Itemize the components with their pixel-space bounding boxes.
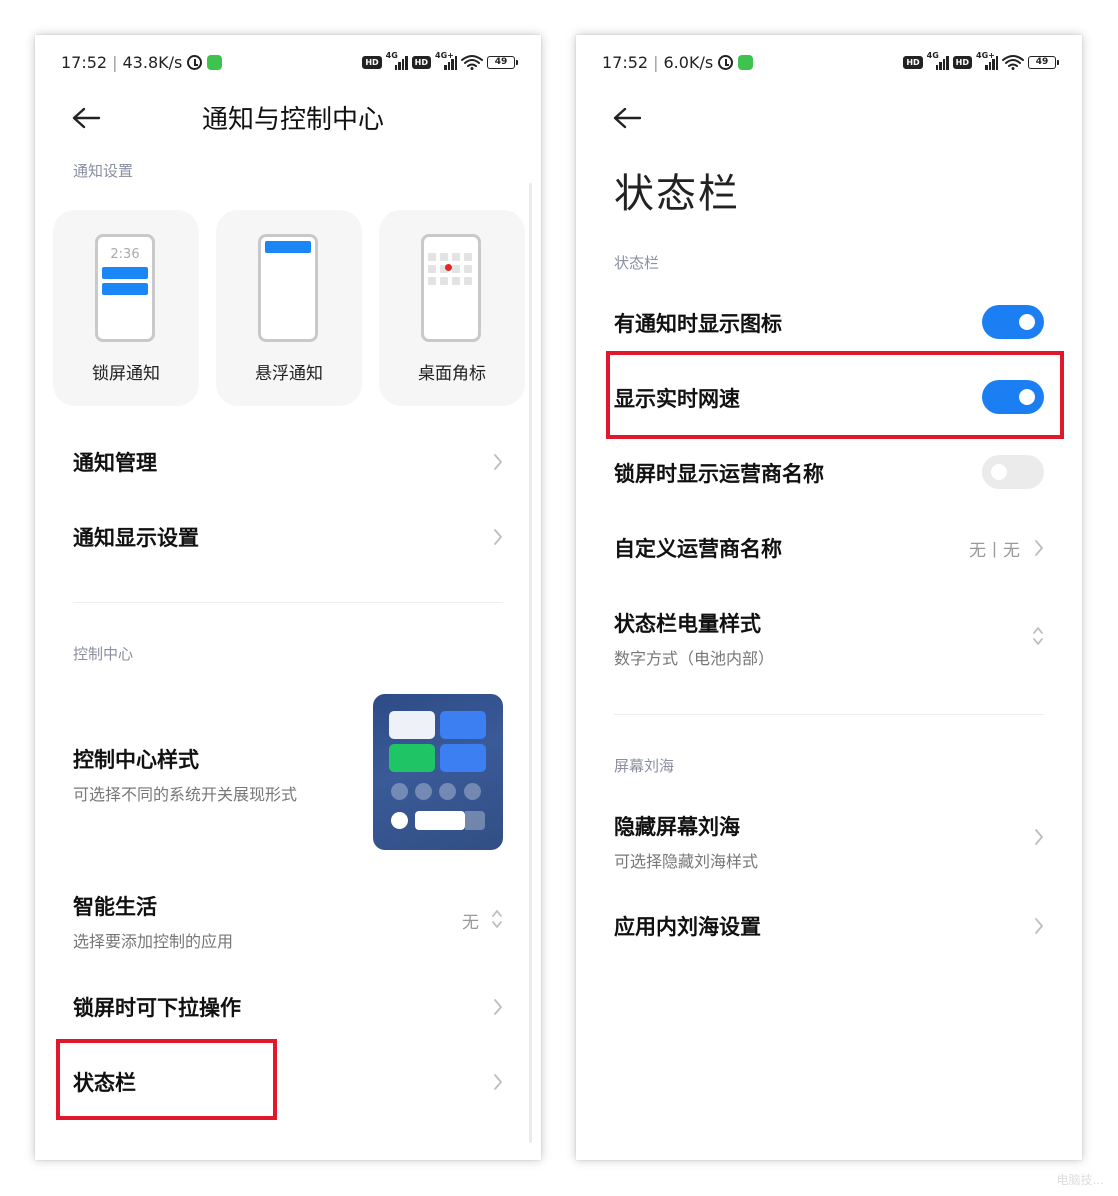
back-arrow-icon[interactable] [612,105,642,131]
section-label-notification: 通知设置 [73,162,134,180]
show-network-speed-toggle[interactable] [982,380,1044,414]
phone-preview-icon: 2:36 [95,234,155,342]
chevron-right-icon [493,528,503,546]
row-subtitle: 可选择不同的系统开关展现形式 [73,785,298,804]
status-bar-settings-screen: 17:52 | 6.0K/s HD 4G HD 4G+ 49 状态栏 状态栏 有… [576,35,1082,1160]
chevron-right-icon [493,1073,503,1091]
phone-preview-icon [258,234,318,342]
watermark: 电脑技... [1056,1173,1104,1187]
toggle-knob [1019,314,1035,330]
page-title: 状态栏 [614,171,740,217]
row-title: 通知管理 [73,451,157,475]
app-notification-icon [207,55,223,70]
alarm-icon [718,55,734,70]
section-label-status-bar: 状态栏 [614,254,660,272]
signal-icon: 4G [386,51,408,70]
control-center-style-row[interactable]: 控制中心样式 可选择不同的系统开关展现形式 [73,744,371,805]
status-time: 17:52 [61,53,108,72]
battery-icon: 49 [487,55,518,69]
hd-icon: HD [903,55,923,69]
toggle-knob [991,464,1007,480]
card-label: 锁屏通知 [92,364,160,384]
phone-preview-icon [421,234,481,342]
row-title: 应用内刘海设置 [614,915,761,939]
chevron-right-icon [1034,539,1044,557]
smart-life-row[interactable]: 智能生活 选择要添加控制的应用 无 [73,891,503,951]
battery-icon: 49 [1028,55,1059,69]
card-label: 悬浮通知 [255,364,323,384]
smart-life-value: 无 [462,913,479,933]
show-notification-icons-toggle[interactable] [982,305,1044,339]
control-center-preview[interactable] [373,694,503,850]
scrollbar[interactable] [529,183,532,1143]
card-floating-notification[interactable]: 悬浮通知 [216,210,362,406]
page-title: 通知与控制中心 [201,105,384,135]
row-subtitle: 可选择隐藏刘海样式 [614,852,759,871]
divider [73,602,503,603]
section-label-notch: 屏幕刘海 [614,757,675,775]
status-bar-row[interactable]: 状态栏 [73,1067,503,1097]
row-subtitle: 选择要添加控制的应用 [73,932,234,951]
hide-notch-row[interactable]: 隐藏屏幕刘海 可选择隐藏刘海样式 [614,811,1044,871]
in-app-notch-row[interactable]: 应用内刘海设置 [614,911,1044,941]
badge-dot-icon [445,264,452,271]
battery-style-row[interactable]: 状态栏电量样式 数字方式（电池内部） [614,608,1044,668]
chevron-right-icon [493,998,503,1016]
hd-icon: HD [362,55,382,69]
lock-screen-carrier-toggle[interactable] [982,455,1044,489]
chevron-updown-icon [491,908,503,930]
lock-screen-carrier-row[interactable]: 锁屏时显示运营商名称 [614,458,1044,488]
chevron-right-icon [1034,917,1044,935]
network-speed: 43.8K/s [122,53,183,72]
status-bar: 17:52 | 43.8K/s HD 4G HD 4G+ 49 [61,51,518,77]
row-title: 锁屏时显示运营商名称 [614,462,824,486]
row-title: 显示实时网速 [614,387,740,411]
signal-icon: 4G+ [976,51,998,70]
status-time: 17:52 [602,53,649,72]
section-label-control-center: 控制中心 [73,645,134,663]
alarm-icon [187,55,203,70]
notification-control-center-screen: 17:52 | 43.8K/s HD 4G HD 4G+ 49 通知与控制中心 … [35,35,541,1160]
row-title: 智能生活 [73,895,157,919]
chevron-right-icon [1034,828,1044,846]
chevron-right-icon [493,453,503,471]
row-subtitle: 数字方式（电池内部） [614,649,775,668]
preview-time: 2:36 [110,247,140,262]
wifi-icon [1002,54,1024,70]
card-label: 桌面角标 [418,364,486,384]
row-title: 通知显示设置 [73,526,199,550]
hd-icon: HD [411,55,431,69]
divider [614,714,1044,715]
notification-style-cards: 2:36 锁屏通知 悬浮通知 桌面角标 [53,210,541,406]
chevron-updown-icon [1032,625,1044,647]
network-speed: 6.0K/s [663,53,714,72]
row-title: 控制中心样式 [73,748,199,772]
card-lock-screen-notification[interactable]: 2:36 锁屏通知 [53,210,199,406]
hd-icon: HD [952,55,972,69]
signal-icon: 4G [927,51,949,70]
show-notification-icons-row[interactable]: 有通知时显示图标 [614,308,1044,338]
row-title: 有通知时显示图标 [614,312,782,336]
app-notification-icon [738,55,754,70]
lock-screen-pulldown-row[interactable]: 锁屏时可下拉操作 [73,992,503,1022]
row-title: 状态栏 [73,1071,136,1095]
toggle-knob [1019,389,1035,405]
card-desktop-badge[interactable]: 桌面角标 [379,210,525,406]
row-title: 隐藏屏幕刘海 [614,815,740,839]
row-title: 状态栏电量样式 [614,612,761,636]
show-network-speed-row[interactable]: 显示实时网速 [614,383,1044,413]
wifi-icon [461,54,483,70]
notification-management-row[interactable]: 通知管理 [73,447,503,477]
row-title: 锁屏时可下拉操作 [73,996,241,1020]
notification-display-row[interactable]: 通知显示设置 [73,522,503,552]
status-bar: 17:52 | 6.0K/s HD 4G HD 4G+ 49 [602,51,1059,77]
custom-carrier-name-row[interactable]: 自定义运营商名称 无丨无 [614,533,1044,563]
signal-icon: 4G+ [435,51,457,70]
custom-carrier-value: 无丨无 [969,541,1020,561]
